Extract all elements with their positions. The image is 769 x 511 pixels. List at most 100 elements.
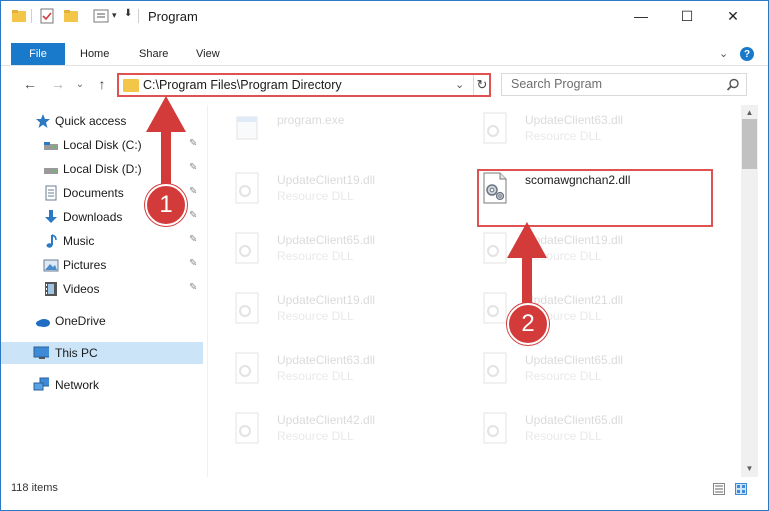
recent-locations-button[interactable]: ⌄ bbox=[71, 75, 89, 93]
file-item[interactable]: UpdateClient65.dll Resource DLL bbox=[215, 225, 445, 277]
dll-file-icon bbox=[235, 292, 259, 324]
status-bar: 118 items bbox=[1, 479, 768, 499]
tab-home[interactable]: Home bbox=[80, 43, 109, 65]
sidebar-item-label: This PC bbox=[55, 346, 98, 360]
file-item[interactable]: UpdateClient19.dll Resource DLL bbox=[463, 225, 693, 277]
help-icon[interactable]: ? bbox=[740, 47, 754, 61]
scroll-down-icon[interactable]: ▼ bbox=[741, 461, 758, 475]
sidebar-item-this-pc[interactable]: This PC bbox=[1, 342, 203, 364]
pictures-icon bbox=[43, 259, 59, 272]
dll-file-icon bbox=[483, 352, 507, 384]
dll-file-icon bbox=[483, 112, 507, 144]
file-item[interactable]: UpdateClient19.dll Resource DLL bbox=[215, 285, 445, 337]
sidebar-item-quick-access[interactable]: Quick access bbox=[1, 110, 211, 132]
sidebar-item-local-disk-c[interactable]: Local Disk (C:) ✎ bbox=[1, 134, 211, 156]
new-folder-icon[interactable] bbox=[63, 8, 79, 24]
file-type: Resource DLL bbox=[277, 189, 354, 203]
sidebar-item-onedrive[interactable]: OneDrive bbox=[1, 310, 211, 332]
details-view-icon[interactable] bbox=[713, 483, 725, 495]
maximize-button[interactable]: ☐ bbox=[664, 1, 710, 31]
ribbon-tabs: File Home Share View ⌄ ? bbox=[1, 43, 768, 65]
sidebar-item-music[interactable]: Music ✎ bbox=[1, 230, 211, 252]
dll-file-icon bbox=[483, 232, 507, 264]
step-badge-2: 2 bbox=[507, 303, 549, 345]
qa-pin-icon[interactable]: ⬇ bbox=[124, 8, 132, 19]
large-icons-view-icon[interactable] bbox=[735, 483, 747, 495]
sidebar-item-pictures[interactable]: Pictures ✎ bbox=[1, 254, 211, 276]
ribbon-divider bbox=[1, 65, 768, 66]
file-list: program.exe UpdateClient63.dll Resource … bbox=[215, 105, 739, 465]
tab-view[interactable]: View bbox=[196, 43, 220, 65]
pin-icon: ✎ bbox=[189, 138, 198, 149]
explorer-window: ▾ ⬇ Program — ☐ ✕ File Home Share View ⌄… bbox=[0, 0, 769, 511]
file-name: UpdateClient42.dll bbox=[277, 413, 376, 427]
file-type: Resource DLL bbox=[277, 369, 354, 383]
close-button[interactable]: ✕ bbox=[710, 1, 756, 31]
file-name: program.exe bbox=[277, 113, 345, 127]
file-item[interactable]: UpdateClient63.dll Resource DLL bbox=[463, 105, 693, 157]
scroll-up-icon[interactable]: ▲ bbox=[741, 105, 758, 119]
address-history-icon[interactable]: ⌄ bbox=[455, 78, 464, 91]
dll-file-icon bbox=[235, 412, 259, 444]
customize-toolbar-icon[interactable] bbox=[93, 8, 111, 24]
file-name: UpdateClient65.dll bbox=[525, 353, 624, 367]
item-count: 118 items bbox=[11, 482, 58, 494]
file-type: Resource DLL bbox=[525, 129, 602, 143]
sidebar-item-label: Network bbox=[55, 378, 100, 392]
sidebar-item-label: Local Disk (C:) bbox=[63, 138, 142, 152]
sidebar-item-label: Videos bbox=[63, 282, 100, 296]
sidebar-item-local-disk-d[interactable]: Local Disk (D:) ✎ bbox=[1, 158, 211, 180]
file-type: Resource DLL bbox=[525, 429, 602, 443]
drive-icon bbox=[44, 168, 58, 174]
qa-dropdown-icon[interactable]: ▾ bbox=[112, 10, 117, 21]
file-item[interactable]: UpdateClient19.dll Resource DLL bbox=[215, 165, 445, 217]
search-input[interactable]: Search Program bbox=[501, 73, 747, 96]
expand-ribbon-icon[interactable]: ⌄ bbox=[719, 47, 728, 60]
tab-file[interactable]: File bbox=[11, 43, 65, 65]
up-button[interactable]: ↑ bbox=[93, 75, 111, 93]
file-item[interactable]: UpdateClient42.dll Resource DLL bbox=[215, 405, 445, 457]
file-item[interactable]: UpdateClient65.dll Resource DLL bbox=[463, 405, 693, 457]
properties-icon[interactable] bbox=[39, 8, 55, 24]
forward-button[interactable]: → bbox=[49, 75, 67, 93]
file-item[interactable]: UpdateClient63.dll Resource DLL bbox=[215, 345, 445, 397]
dll-file-icon bbox=[483, 412, 507, 444]
tab-share[interactable]: Share bbox=[139, 43, 168, 65]
window-title: Program bbox=[148, 9, 198, 24]
file-item[interactable]: UpdateClient21.dll Resource DLL bbox=[463, 285, 693, 337]
file-type: Resource DLL bbox=[525, 369, 602, 383]
sidebar-item-label: Downloads bbox=[63, 210, 123, 224]
vertical-scrollbar[interactable]: ▲ ▼ bbox=[741, 105, 758, 477]
sidebar-item-label: Pictures bbox=[63, 258, 107, 272]
minimize-button[interactable]: — bbox=[618, 1, 664, 31]
dll-file-icon bbox=[235, 172, 259, 204]
refresh-button[interactable]: ↻ bbox=[473, 75, 490, 95]
this-pc-icon bbox=[33, 346, 49, 359]
qa-separator bbox=[31, 9, 32, 23]
file-item[interactable]: program.exe bbox=[215, 105, 445, 157]
address-bar[interactable]: C:\Program Files\Program Directory ⌄ ↻ bbox=[117, 73, 491, 97]
sidebar-item-label: Quick access bbox=[55, 114, 127, 128]
back-button[interactable]: ← bbox=[21, 75, 39, 93]
search-icon[interactable] bbox=[726, 78, 740, 92]
drive-icon bbox=[44, 142, 58, 150]
title-separator bbox=[138, 9, 139, 23]
file-name: UpdateClient21.dll bbox=[525, 293, 624, 307]
highlight-box bbox=[477, 169, 713, 227]
pin-icon: ✎ bbox=[189, 210, 198, 221]
scroll-thumb[interactable] bbox=[742, 119, 757, 169]
file-type: Resource DLL bbox=[277, 309, 354, 323]
sidebar-item-videos[interactable]: Videos ✎ bbox=[1, 278, 211, 300]
sidebar-item-label: Music bbox=[63, 234, 95, 248]
pin-icon: ✎ bbox=[189, 162, 198, 173]
dll-file-icon bbox=[235, 352, 259, 384]
sidebar-item-label: OneDrive bbox=[55, 314, 106, 328]
star-icon bbox=[36, 114, 50, 128]
file-name: UpdateClient19.dll bbox=[277, 293, 376, 307]
title-bar: ▾ ⬇ Program — ☐ ✕ bbox=[1, 1, 768, 31]
file-item[interactable]: UpdateClient65.dll Resource DLL bbox=[463, 345, 693, 397]
sidebar-item-network[interactable]: Network bbox=[1, 374, 211, 396]
pin-icon: ✎ bbox=[189, 186, 198, 197]
network-icon bbox=[33, 377, 49, 391]
downloads-icon bbox=[45, 210, 57, 223]
